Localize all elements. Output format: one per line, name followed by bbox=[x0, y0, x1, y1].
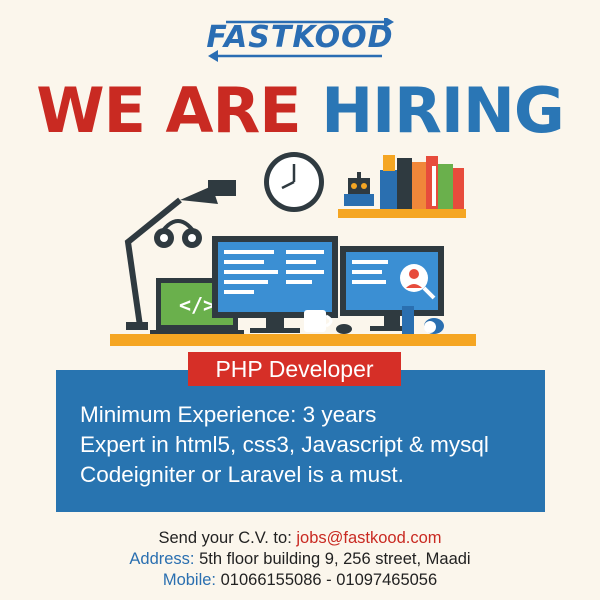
requirements-list: Minimum Experience: 3 years Expert in ht… bbox=[80, 400, 550, 490]
cv-label: Send your C.V. to: bbox=[158, 529, 297, 547]
address-line: Address: 5th floor building 9, 256 stree… bbox=[0, 549, 600, 570]
requirement-skills: Expert in html5, css3, Javascript & mysq… bbox=[80, 432, 489, 457]
cv-line: Send your C.V. to: jobs@fastkood.com bbox=[0, 528, 600, 549]
brand-logo: FASTKOOD bbox=[204, 18, 396, 68]
requirement-frameworks: Codeigniter or Laravel is a must. bbox=[80, 462, 404, 487]
email-link[interactable]: jobs@fastkood.com bbox=[296, 529, 441, 547]
requirement-experience: Minimum Experience: 3 years bbox=[80, 402, 377, 427]
brand-name: FASTKOOD bbox=[206, 20, 394, 55]
job-title-badge: PHP Developer bbox=[188, 352, 401, 386]
mobile-line: Mobile: 01066155086 - 01097465056 bbox=[0, 570, 600, 591]
tape-icon bbox=[424, 318, 444, 334]
headline-word-we-are: WE ARE bbox=[36, 74, 301, 147]
address-value: 5th floor building 9, 256 street, Maadi bbox=[199, 550, 471, 568]
mobile-label: Mobile: bbox=[162, 571, 221, 589]
headline: WE ARE HIRING bbox=[0, 76, 600, 146]
address-label: Address: bbox=[129, 550, 200, 568]
headphones-icon bbox=[154, 219, 202, 248]
contact-info: Send your C.V. to: jobs@fastkood.com Add… bbox=[0, 528, 600, 591]
bottle-icon bbox=[402, 306, 414, 334]
headline-word-hiring: HIRING bbox=[321, 74, 565, 147]
desk bbox=[110, 334, 476, 346]
mouse-icon bbox=[336, 324, 352, 334]
robot-icon bbox=[344, 172, 374, 206]
code-tag-icon: </> bbox=[179, 293, 215, 317]
workspace-illustration: </> bbox=[110, 152, 476, 346]
clock-icon bbox=[264, 152, 324, 212]
monitor-search-icon bbox=[340, 246, 444, 331]
mobile-value: 01066155086 - 01097465056 bbox=[220, 571, 438, 589]
